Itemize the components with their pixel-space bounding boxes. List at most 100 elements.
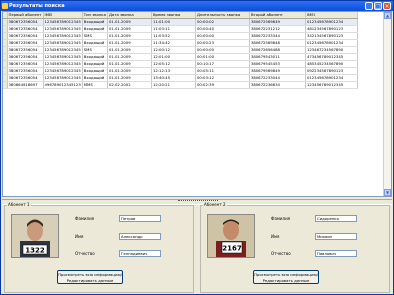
table-cell[interactable]: 00:05:11 [195,67,250,75]
table-cell[interactable]: Входящий [82,39,108,47]
table-cell[interactable]: SMS [82,32,108,40]
table-cell[interactable]: 123456789012345 [43,74,83,82]
table-cell[interactable]: 01.01.2009 [107,39,152,47]
table-cell[interactable]: 01.01.2009 [107,18,152,26]
table-cell[interactable]: 380672356054 [7,60,44,68]
table-cell[interactable]: 380672233044 [249,74,306,82]
table-row[interactable]: 380672356054 123456789012345 Входящий 01.01… [3,53,358,61]
table-cell[interactable]: 12:12:13 [151,67,196,75]
table-cell[interactable]: Входящий [82,67,108,75]
table-row[interactable]: 380672356054 123456789012345 Входящий 01.01… [3,67,358,75]
table-cell[interactable]: 00:03:12 [195,74,250,82]
table-cell[interactable]: 00:00:23 [195,39,250,47]
table-cell[interactable]: Входящий [82,18,108,26]
table-cell[interactable]: 380672356054 [7,25,44,33]
table-row[interactable]: 380672356054 123456789012345 SMS 01.01.2009… [3,32,358,40]
table-cell[interactable]: 12:01:00 [151,53,196,61]
table-cell[interactable]: 02.02.2002 [107,81,152,89]
column-header[interactable]: Тип звонка [82,12,108,19]
table-cell[interactable]: 01.01.2009 [107,74,152,82]
subscriber2-surname-field[interactable]: Сидоренко [315,215,357,222]
subscriber2-patronymic-field[interactable]: Павлович [315,250,357,257]
table-cell[interactable]: 481234567890123 [305,25,358,33]
table-cell[interactable]: 123456789012345 [43,18,83,26]
vertical-scrollbar[interactable]: ▲ ▼ [383,12,391,196]
scroll-down-icon[interactable]: ▼ [384,189,391,196]
table-cell[interactable]: 380672356054 [7,67,44,75]
table-row[interactable]: 380672356054 123456789012345 Входящий 01.01… [3,39,358,47]
subscriber1-surname-field[interactable]: Петров [119,215,161,222]
table-cell[interactable]: 11:34:42 [151,39,196,47]
table-row[interactable]: 380664918697 496789012345123 MMS 02.02.2002… [3,81,358,89]
table-cell[interactable]: 01.01.2009 [107,46,152,54]
table-cell[interactable]: 01.01.2009 [107,67,152,75]
table-cell[interactable]: 380672231212 [249,25,306,33]
table-cell[interactable]: 485345234567890 [305,60,358,68]
table-cell[interactable]: 123456789012345 [43,25,83,33]
maximize-button[interactable]: □ [374,2,382,10]
table-cell[interactable]: 11:01:00 [151,18,196,26]
subscriber1-details-button[interactable]: Просмотреть всю информацию/ Редактироват… [57,270,123,284]
table-cell[interactable]: 380672356054 [7,39,44,47]
table-cell[interactable]: 380672356054 [7,18,44,26]
table-cell[interactable]: 380672356054 [7,46,44,54]
table-cell[interactable]: 12:05:12 [151,60,196,68]
table-cell[interactable]: 380672356054 [7,74,44,82]
table-cell[interactable]: 123456789012345 [305,81,358,89]
table-cell[interactable]: 11:03:52 [151,32,196,40]
table-cell[interactable]: Входящий [82,25,108,33]
table-cell[interactable]: 123456789012345 [43,67,83,75]
table-cell[interactable]: 380672356054 [7,32,44,40]
table-cell[interactable]: Входящий [82,53,108,61]
table-cell[interactable]: Входящий [82,60,108,68]
subscriber2-name-field[interactable]: Михаил [315,233,357,240]
table-cell[interactable]: 123456789012345 [43,60,83,68]
table-cell[interactable]: 01.01.2009 [107,53,152,61]
column-header[interactable]: Первый абонент [7,12,44,19]
table-cell[interactable]: 123467234567890 [305,46,358,54]
table-cell[interactable]: 012345678901234 [305,18,358,26]
table-cell[interactable]: 12:00:12 [151,46,196,54]
table-cell[interactable]: Входящий [82,74,108,82]
table-cell[interactable]: 01.01.2009 [107,32,152,40]
table-cell[interactable]: 380679545453 [249,60,306,68]
table-row[interactable]: 380672356054 123456789012345 SMS 01.01.2009… [3,46,358,54]
table-cell[interactable]: SMS [82,46,108,54]
table-cell[interactable]: 01.01.2009 [107,25,152,33]
table-cell[interactable]: 123456789012345 [43,32,83,40]
table-cell[interactable]: 380672236634 [249,81,306,89]
table-cell[interactable]: 473456789012345 [305,53,358,61]
subscriber2-details-button[interactable]: Просмотреть всю информацию/ Редактироват… [253,270,319,284]
title-bar[interactable]: Результаты поиска _ □ × [1,1,393,11]
table-row[interactable]: 380672356054 123456789012345 Входящий 01.01… [3,74,358,82]
table-cell[interactable]: 092234567890123 [305,67,358,75]
table-cell[interactable]: 380672233344 [249,32,306,40]
table-cell[interactable]: 123456789012345 [43,39,83,47]
table-cell[interactable]: 342134567890123 [305,32,358,40]
subscriber1-patronymic-field[interactable]: Геннадиевич [119,250,161,257]
table-cell[interactable]: 00:02:39 [195,81,250,89]
table-cell[interactable]: 380679543011 [249,53,306,61]
table-cell[interactable]: 380672356054 [7,53,44,61]
table-cell[interactable]: MMS [82,81,108,89]
table-cell[interactable]: 13:40:45 [151,74,196,82]
table-cell[interactable]: 123456789012345 [43,53,83,61]
table-row[interactable]: 380672356054 123456789012345 Входящий 01.01… [3,18,358,26]
table-cell[interactable]: 380672569848 [249,39,306,47]
close-button[interactable]: × [383,2,391,10]
table-cell[interactable]: 11:03:11 [151,25,196,33]
table-cell[interactable]: 00:00:00 [195,32,250,40]
table-cell[interactable]: 12:20:21 [151,81,196,89]
table-cell[interactable]: 496789012345123 [43,81,83,89]
table-cell[interactable]: 380664918697 [7,81,44,89]
table-cell[interactable]: 012345678901234 [305,39,358,47]
table-cell[interactable]: 123456789012345 [43,46,83,54]
table-row[interactable]: 380672356054 123456789012345 Входящий 01.01… [3,60,358,68]
table-cell[interactable]: 012345678901234 [305,74,358,82]
table-cell[interactable]: 380679569849 [249,67,306,75]
table-cell[interactable]: 00:00:40 [195,25,250,33]
table-cell[interactable]: 00:01:00 [195,53,250,61]
table-cell[interactable]: 380672569849 [249,18,306,26]
table-row[interactable]: 380672356054 123456789012345 Входящий 01.01… [3,25,358,33]
subscriber1-name-field[interactable]: Александр [119,233,161,240]
